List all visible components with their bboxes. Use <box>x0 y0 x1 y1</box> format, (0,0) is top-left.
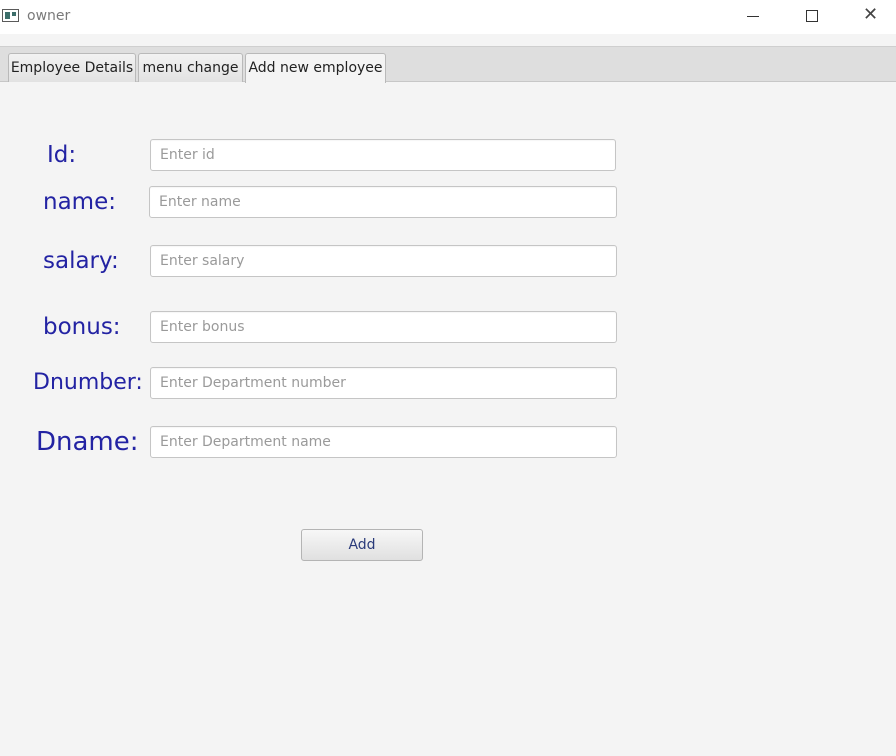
maximize-icon <box>806 10 818 22</box>
add-employee-form: Id: name: salary: bonus: Dnumber: Dname: <box>0 82 896 756</box>
tab-bar: Employee Details menu change Add new emp… <box>0 46 896 83</box>
close-icon: ✕ <box>863 4 879 25</box>
app-window-icon <box>2 9 19 22</box>
salary-input[interactable] <box>150 245 617 277</box>
bonus-label: bonus: <box>43 314 121 340</box>
title-bar: owner ✕ <box>0 0 896 34</box>
bonus-input[interactable] <box>150 311 617 343</box>
tab-employee-details[interactable]: Employee Details <box>8 53 136 82</box>
minimize-icon <box>747 16 759 17</box>
window-title: owner <box>27 8 71 24</box>
tab-menu-change[interactable]: menu change <box>138 53 243 82</box>
tab-add-new-employee[interactable]: Add new employee <box>245 53 386 83</box>
dnumber-label: Dnumber: <box>33 370 143 395</box>
minimize-button[interactable] <box>730 0 776 32</box>
dname-input[interactable] <box>150 426 617 458</box>
id-label: Id: <box>47 142 77 168</box>
id-input[interactable] <box>150 139 616 171</box>
add-button[interactable]: Add <box>301 529 423 561</box>
name-label: name: <box>43 189 116 215</box>
maximize-button[interactable] <box>788 0 834 32</box>
close-button[interactable]: ✕ <box>846 0 892 32</box>
name-input[interactable] <box>149 186 617 218</box>
dname-label: Dname: <box>36 427 139 457</box>
salary-label: salary: <box>43 248 119 274</box>
dnumber-input[interactable] <box>150 367 617 399</box>
